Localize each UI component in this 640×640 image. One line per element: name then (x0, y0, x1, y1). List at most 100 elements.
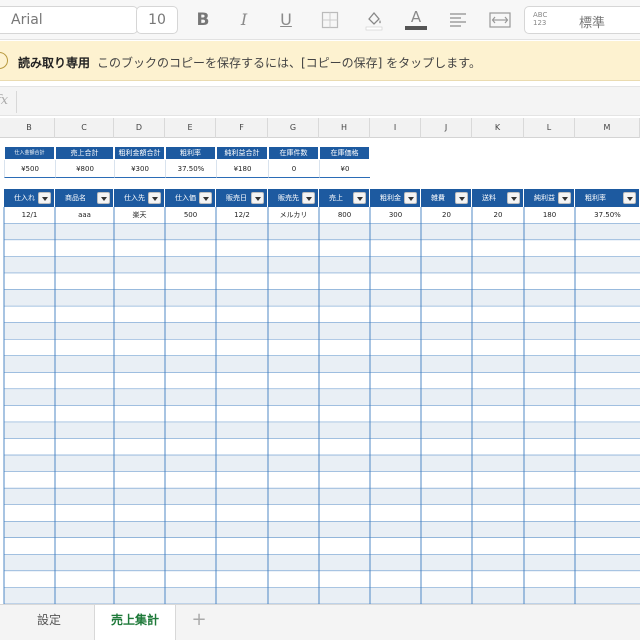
formula-divider (16, 91, 17, 113)
table-header-label: 粗利金 (380, 194, 401, 202)
table-row-band (4, 256, 640, 274)
table-cell[interactable]: 800 (319, 207, 370, 224)
summary-header[interactable]: 仕入金額合計 (4, 146, 55, 160)
summary-value[interactable]: ¥500 (4, 160, 55, 178)
table-header[interactable]: 送料 (472, 189, 524, 207)
table-cell[interactable]: 20 (421, 207, 472, 224)
summary-header[interactable]: 純利益合計 (216, 146, 268, 160)
font-color-icon[interactable]: A (403, 8, 429, 32)
number-format-select[interactable]: ABC 123 標準 (524, 6, 640, 34)
summary-header[interactable]: 売上合計 (55, 146, 114, 160)
align-icon[interactable] (445, 8, 471, 32)
table-header[interactable]: 粗利金 (370, 189, 421, 207)
table-header-label: 販売先 (278, 194, 299, 202)
table-cell[interactable]: 20 (472, 207, 524, 224)
table-row-band (4, 571, 640, 588)
column-header[interactable]: L (524, 118, 575, 138)
table-cell[interactable]: aaa (55, 207, 114, 224)
wrap-icon[interactable] (487, 8, 513, 32)
borders-icon[interactable] (317, 8, 343, 32)
summary-value[interactable]: ¥180 (216, 160, 268, 178)
tab-settings[interactable]: 設定 (6, 605, 92, 640)
font-name-select[interactable]: Arial (0, 6, 138, 34)
filter-dropdown-icon[interactable] (199, 192, 212, 204)
table-cell[interactable]: 12/2 (216, 207, 268, 224)
sheet-tab-bar: 設定 売上集計 + (0, 604, 640, 640)
table-header[interactable]: 売上 (319, 189, 370, 207)
filter-dropdown-icon[interactable] (251, 192, 264, 204)
filter-dropdown-icon[interactable] (302, 192, 315, 204)
table-header-label: 仕入価 (175, 194, 196, 202)
filter-dropdown-icon[interactable] (507, 192, 520, 204)
column-header[interactable]: B (4, 118, 55, 138)
table-cell[interactable]: 12/1 (4, 207, 55, 224)
column-header[interactable]: F (216, 118, 268, 138)
underline-button[interactable]: U (273, 8, 299, 32)
column-header[interactable]: I (370, 118, 421, 138)
table-cell[interactable]: メルカリ (268, 207, 319, 224)
summary-header[interactable]: 在庫件数 (268, 146, 319, 160)
tab-sales-summary[interactable]: 売上集計 (94, 605, 176, 640)
filter-dropdown-icon[interactable] (38, 192, 51, 204)
table-row-band (4, 405, 640, 423)
table-header[interactable]: 仕入先 (114, 189, 165, 207)
add-sheet-button[interactable]: + (186, 605, 212, 640)
summary-header[interactable]: 粗利金額合計 (114, 146, 165, 160)
summary-value[interactable]: ¥0 (319, 160, 370, 178)
font-size-select[interactable]: 10 (136, 6, 178, 34)
table-cell[interactable]: 37.50% (575, 207, 640, 224)
table-row-band (4, 355, 640, 373)
filter-dropdown-icon[interactable] (353, 192, 366, 204)
table-header[interactable]: 雑費 (421, 189, 472, 207)
bold-button[interactable]: B (190, 8, 216, 32)
table-header[interactable]: 販売日 (216, 189, 268, 207)
summary-value[interactable]: 0 (268, 160, 319, 178)
table-row-band (4, 339, 640, 356)
table-cell[interactable]: 500 (165, 207, 216, 224)
table-header[interactable]: 仕入価 (165, 189, 216, 207)
filter-dropdown-icon[interactable] (455, 192, 468, 204)
table-header[interactable]: 商品名 (55, 189, 114, 207)
spreadsheet-grid[interactable]: B C D E F G H I J K L M 仕入金額合計 ¥500 売上合計 ¥800 粗利金額合計 ¥300… (0, 118, 640, 604)
filter-dropdown-icon[interactable] (404, 192, 417, 204)
table-row-band (4, 389, 640, 406)
column-header[interactable]: D (114, 118, 165, 138)
summary-value[interactable]: ¥300 (114, 160, 165, 178)
column-header[interactable]: H (319, 118, 370, 138)
filter-dropdown-icon[interactable] (558, 192, 571, 204)
column-header[interactable]: M (575, 118, 640, 138)
fill-color-icon[interactable] (361, 8, 387, 32)
table-header[interactable]: 販売先 (268, 189, 319, 207)
table-cell[interactable]: 楽天 (114, 207, 165, 224)
table-cell[interactable]: 180 (524, 207, 575, 224)
summary-header[interactable]: 在庫価格 (319, 146, 370, 160)
table-row-band (4, 488, 640, 505)
summary-value[interactable]: 37.50% (165, 160, 216, 178)
column-header[interactable]: J (421, 118, 472, 138)
banner-message: このブックのコピーを保存するには、[コピーの保存] をタップします。 (97, 56, 481, 70)
table-row-band (4, 322, 640, 340)
banner-title: 読み取り専用 (18, 56, 91, 70)
table-header[interactable]: 仕入れ (4, 189, 55, 207)
filter-dropdown-icon[interactable] (623, 192, 636, 204)
column-header[interactable]: G (268, 118, 319, 138)
column-header[interactable]: K (472, 118, 524, 138)
table-row-band (4, 438, 640, 456)
table-row-band (4, 306, 640, 323)
table-cell[interactable]: 300 (370, 207, 421, 224)
column-header[interactable]: E (165, 118, 216, 138)
column-header[interactable]: C (55, 118, 114, 138)
filter-dropdown-icon[interactable] (148, 192, 161, 204)
italic-button[interactable]: I (231, 8, 257, 32)
formula-bar[interactable]: fx (0, 86, 640, 116)
font-color-swatch (405, 26, 427, 30)
summary-header[interactable]: 粗利率 (165, 146, 216, 160)
fx-icon: fx (0, 93, 9, 108)
filter-dropdown-icon[interactable] (97, 192, 110, 204)
table-header[interactable]: 純利益 (524, 189, 575, 207)
table-header[interactable]: 粗利率 (575, 189, 640, 207)
table-header-label: 純利益 (534, 194, 555, 202)
summary-value[interactable]: ¥800 (55, 160, 114, 178)
read-only-banner: ! 読み取り専用 このブックのコピーを保存するには、[コピーの保存] をタップし… (0, 41, 640, 81)
table-row-band (4, 554, 640, 572)
